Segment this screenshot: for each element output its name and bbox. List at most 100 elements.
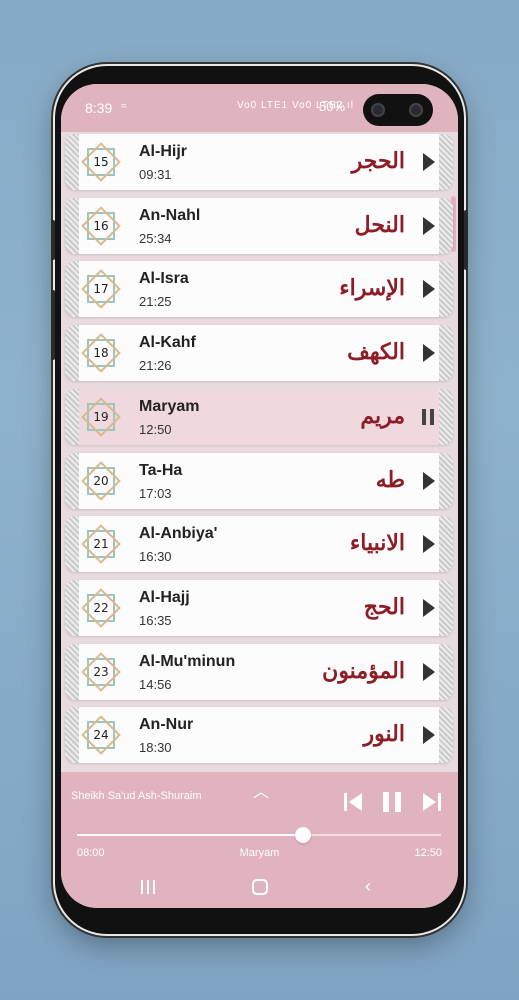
- surah-number-badge: 22: [81, 588, 121, 628]
- surah-arabic-name: الحج: [363, 593, 405, 620]
- ornament-right: [439, 579, 453, 636]
- surah-row[interactable]: 15 Al-Hijr 09:31 الحجر: [65, 134, 453, 190]
- seek-bar[interactable]: [77, 834, 441, 836]
- surah-row[interactable]: 24 An-Nur 18:30 النور: [65, 707, 453, 764]
- ornament-right: [439, 325, 453, 382]
- surah-number-badge: 15: [81, 142, 121, 182]
- surah-number: 16: [93, 218, 109, 233]
- pause-icon[interactable]: [421, 408, 435, 425]
- surah-number-badge: 18: [81, 333, 121, 373]
- recents-icon[interactable]: [141, 880, 157, 894]
- previous-track-button[interactable]: [344, 793, 364, 811]
- wifi-icon: ≈: [121, 101, 127, 112]
- surah-arabic-name: الإسراء: [339, 275, 405, 302]
- reciter-name: Sheikh Sa'ud Ash-Shuraim: [71, 790, 202, 802]
- surah-duration: 17:03: [139, 485, 172, 501]
- surah-duration: 09:31: [139, 167, 172, 182]
- system-nav-bar: ‹: [61, 864, 458, 908]
- surah-duration: 21:25: [139, 294, 172, 310]
- surah-duration: 16:35: [139, 612, 172, 628]
- surah-row[interactable]: 17 Al-Isra 21:25 الإسراء: [65, 261, 453, 318]
- ornament-left: [65, 707, 79, 764]
- surah-row[interactable]: 19 Maryam 12:50 مريم: [65, 388, 453, 445]
- seek-progress: [77, 834, 303, 836]
- camera-lens-icon: [409, 103, 423, 117]
- ornament-right: [439, 197, 453, 254]
- surah-number-badge: 17: [81, 269, 121, 310]
- surah-name: An-Nur: [139, 716, 194, 734]
- surah-number: 22: [93, 600, 109, 615]
- surah-arabic-name: النور: [363, 721, 405, 748]
- surah-duration: 16:30: [139, 549, 172, 565]
- play-icon[interactable]: [423, 598, 435, 617]
- surah-duration: 21:26: [139, 358, 172, 374]
- ornament-left: [65, 643, 79, 700]
- surah-arabic-name: الانبياء: [349, 530, 405, 557]
- chevron-up-icon[interactable]: ︿: [251, 778, 271, 802]
- play-icon[interactable]: [423, 216, 435, 235]
- volume-button: [51, 290, 55, 360]
- now-playing-title: Maryam: [239, 847, 280, 859]
- play-icon[interactable]: [423, 153, 435, 171]
- volume-button: [51, 220, 55, 260]
- ornament-left: [65, 134, 79, 190]
- surah-number: 24: [93, 728, 109, 743]
- ornament-left: [65, 197, 79, 254]
- ornament-right: [439, 707, 453, 764]
- surah-number-badge: 19: [81, 396, 121, 437]
- power-button: [464, 210, 468, 270]
- ornament-right: [439, 516, 453, 573]
- ornament-left: [65, 388, 79, 445]
- next-track-button[interactable]: [421, 793, 441, 811]
- surah-arabic-name: مريم: [360, 402, 405, 429]
- play-icon[interactable]: [423, 535, 435, 554]
- surah-duration: 18:30: [139, 740, 172, 756]
- play-icon[interactable]: [423, 280, 435, 299]
- surah-number: 15: [93, 155, 109, 169]
- surah-number-badge: 16: [81, 205, 121, 246]
- ornament-right: [439, 261, 453, 318]
- ornament-left: [65, 261, 79, 318]
- surah-name: An-Nahl: [139, 206, 201, 224]
- surah-name: Al-Kahf: [139, 334, 196, 352]
- pause-button[interactable]: [382, 792, 402, 812]
- battery-percent: 50%: [319, 99, 346, 114]
- ornament-left: [65, 325, 79, 382]
- surah-name: Maryam: [139, 397, 200, 415]
- ornament-right: [439, 134, 453, 190]
- surah-arabic-name: المؤمنون: [322, 657, 405, 684]
- surah-row[interactable]: 20 Ta-Ha 17:03 طه: [65, 452, 453, 509]
- play-icon[interactable]: [423, 726, 435, 745]
- surah-number-badge: 21: [81, 524, 121, 564]
- surah-row[interactable]: 21 Al-Anbiya' 16:30 الانبياء: [65, 516, 453, 573]
- surah-row[interactable]: 22 Al-Hajj 16:35 الحج: [65, 579, 453, 636]
- surah-number: 17: [93, 282, 109, 297]
- home-icon[interactable]: [252, 879, 268, 895]
- surah-row[interactable]: 18 Al-Kahf 21:26 الكهف: [65, 325, 453, 382]
- ornament-left: [65, 516, 79, 573]
- surah-row[interactable]: 16 An-Nahl 25:34 النحل: [65, 197, 453, 254]
- surah-name: Al-Hijr: [139, 143, 187, 160]
- surah-row[interactable]: 23 Al-Mu'minun 14:56 المؤمنون: [65, 643, 453, 700]
- seek-thumb[interactable]: [294, 827, 311, 843]
- surah-number-badge: 20: [81, 460, 121, 501]
- surah-list[interactable]: 15 Al-Hijr 09:31 الحجر 16 An-Nahl 25:34 النحل 17…: [61, 132, 458, 772]
- surah-name: Al-Mu'minun: [139, 652, 236, 670]
- ornament-right: [439, 388, 453, 445]
- surah-number: 20: [93, 473, 109, 488]
- surah-arabic-name: الكهف: [347, 339, 405, 366]
- back-icon[interactable]: ‹: [365, 876, 371, 897]
- surah-name: Ta-Ha: [139, 461, 183, 479]
- surah-name: Al-Anbiya': [139, 525, 218, 543]
- total-time: 12:50: [414, 847, 442, 859]
- surah-duration: 12:50: [139, 421, 172, 437]
- surah-arabic-name: النحل: [354, 211, 405, 238]
- surah-duration: 14:56: [139, 676, 172, 692]
- play-icon[interactable]: [423, 662, 435, 681]
- ornament-left: [65, 579, 79, 636]
- play-icon[interactable]: [423, 471, 435, 490]
- surah-name: Al-Isra: [139, 270, 189, 288]
- play-icon[interactable]: [423, 344, 435, 363]
- surah-number-badge: 24: [81, 715, 121, 756]
- camera-cutout: [363, 94, 433, 126]
